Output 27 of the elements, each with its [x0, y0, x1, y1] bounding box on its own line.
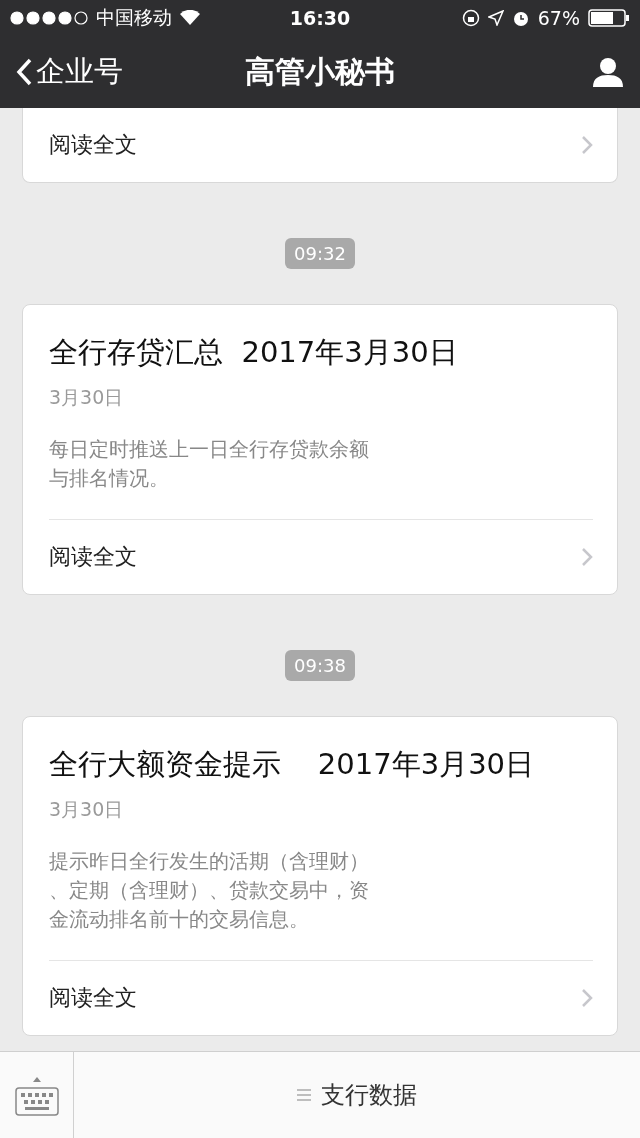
article-description: 每日定时推送上一日全行存贷款余额 与排名情况。 — [49, 436, 370, 492]
menu-icon — [297, 1089, 311, 1101]
read-more-link[interactable]: 阅读全文 — [49, 519, 593, 594]
timestamp: 09:38 — [285, 650, 355, 681]
rotation-lock-icon — [461, 9, 480, 27]
alarm-clock-icon — [511, 9, 530, 27]
chevron-icon — [581, 547, 593, 567]
article-date: 3月30日 — [49, 385, 125, 410]
location-arrow-icon — [487, 10, 504, 26]
clock-time: 16:30 — [289, 7, 351, 29]
article-title: 全行存贷汇总 2017年3月30日 — [49, 334, 459, 371]
wifi-icon — [180, 10, 200, 26]
page-title: 高管小秘书 — [245, 52, 395, 91]
article-description: 提示昨日全行发生的活期（含理财） 、定期（含理财）、贷款交易中，资 金流动排名前十的交易信息。 — [49, 848, 370, 933]
article-title: 全行大额资金提示 2017年3月30日 — [49, 746, 536, 783]
battery-icon — [588, 9, 630, 27]
article-date: 3月30日 — [49, 797, 125, 822]
timestamp: 09:32 — [285, 238, 355, 269]
back-chevron-icon — [16, 58, 32, 86]
carrier-name: 中国移动 — [96, 5, 172, 30]
chevron-icon — [581, 988, 593, 1008]
read-more-link[interactable]: 阅读全文 — [49, 960, 593, 1035]
chevron-icon — [581, 135, 593, 155]
battery-percent: 67% — [537, 7, 580, 29]
back-button[interactable]: 企业号 — [16, 52, 123, 92]
profile-icon[interactable] — [592, 57, 624, 87]
signal-icon — [10, 11, 88, 25]
